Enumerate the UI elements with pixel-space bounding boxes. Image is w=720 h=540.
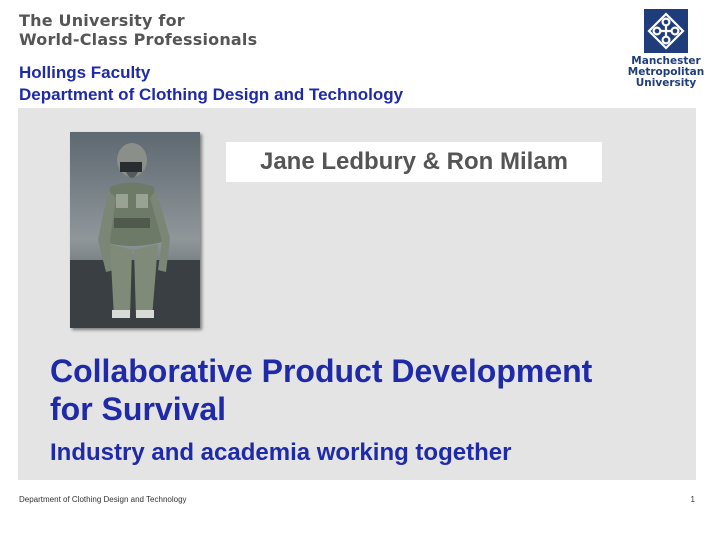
page-number: 1 <box>690 495 695 504</box>
department-name: Department of Clothing Design and Techno… <box>19 85 404 104</box>
footer-department: Department of Clothing Design and Techno… <box>19 495 187 504</box>
faculty-heading: Hollings Faculty Department of Clothing … <box>19 62 403 106</box>
mmu-crest-icon <box>644 9 688 53</box>
slide-subtitle: Industry and academia working together <box>50 439 512 466</box>
pilot-flight-suit-photo <box>70 132 200 328</box>
slide-title: Collaborative Product Development for Su… <box>50 352 592 428</box>
tagline-line-1: The University for <box>19 11 185 30</box>
author-names: Jane Ledbury & Ron Milam <box>226 142 602 182</box>
slide-title-line-2: for Survival <box>50 391 227 427</box>
tagline-line-2: World-Class Professionals <box>19 30 258 49</box>
university-tagline: The University for World-Class Professio… <box>19 11 257 49</box>
logo-name-line-3: University <box>635 77 697 89</box>
slide-title-line-1: Collaborative Product Development <box>50 353 593 389</box>
university-logo: Manchester Metropolitan University <box>626 9 706 89</box>
logo-name: Manchester Metropolitan University <box>626 56 706 89</box>
faculty-name: Hollings Faculty <box>19 63 151 82</box>
